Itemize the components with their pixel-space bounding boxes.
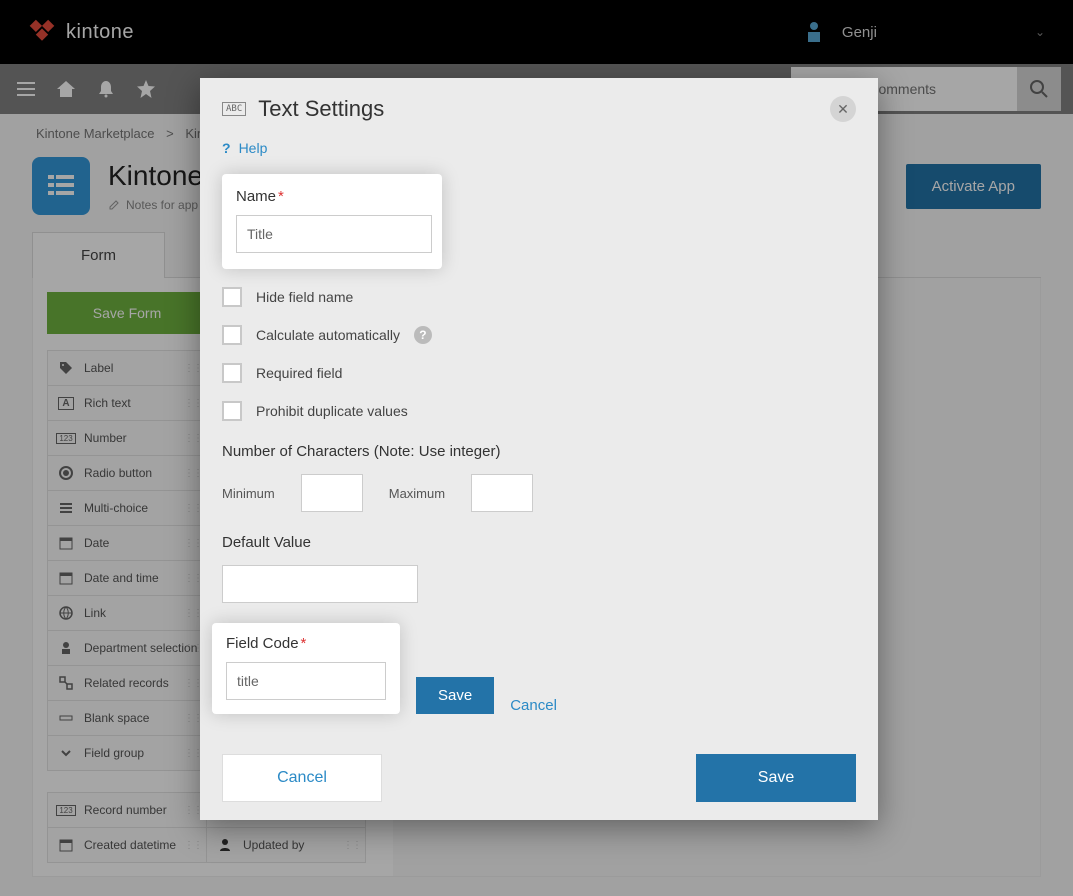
num-chars-label: Number of Characters (Note: Use integer)	[222, 443, 856, 460]
checkbox-icon[interactable]	[222, 287, 242, 307]
field-code-save-button[interactable]: Save	[416, 677, 494, 714]
help-link[interactable]: ? Help	[222, 140, 267, 156]
hide-field-name-row[interactable]: Hide field name	[222, 287, 856, 307]
save-button[interactable]: Save	[696, 754, 856, 802]
minimum-label: Minimum	[222, 486, 275, 501]
required-field-row[interactable]: Required field	[222, 363, 856, 383]
checkbox-icon[interactable]	[222, 363, 242, 383]
default-value-input[interactable]	[222, 565, 418, 603]
name-card: Name*	[222, 174, 442, 269]
close-icon[interactable]: ✕	[830, 96, 856, 122]
field-code-label: Field Code*	[226, 635, 386, 652]
default-value-label: Default Value	[222, 534, 856, 551]
modal-title: Text Settings	[258, 96, 384, 122]
maximum-input[interactable]	[471, 474, 533, 512]
field-code-card: Field Code*	[212, 623, 400, 714]
cancel-button[interactable]: Cancel	[222, 754, 382, 802]
calculate-auto-row[interactable]: Calculate automatically?	[222, 325, 856, 345]
field-code-cancel-button[interactable]: Cancel	[510, 697, 557, 714]
text-settings-modal: ABC Text Settings ✕ ? Help Name* Hide fi…	[200, 78, 878, 820]
field-code-input[interactable]	[226, 662, 386, 700]
prohibit-duplicate-row[interactable]: Prohibit duplicate values	[222, 401, 856, 421]
checkbox-icon[interactable]	[222, 401, 242, 421]
help-icon: ?	[222, 140, 231, 156]
minimum-input[interactable]	[301, 474, 363, 512]
checkbox-icon[interactable]	[222, 325, 242, 345]
name-label: Name*	[236, 188, 428, 205]
name-input[interactable]	[236, 215, 432, 253]
help-tooltip-icon[interactable]: ?	[414, 326, 432, 344]
maximum-label: Maximum	[389, 486, 445, 501]
text-field-icon: ABC	[222, 102, 246, 116]
